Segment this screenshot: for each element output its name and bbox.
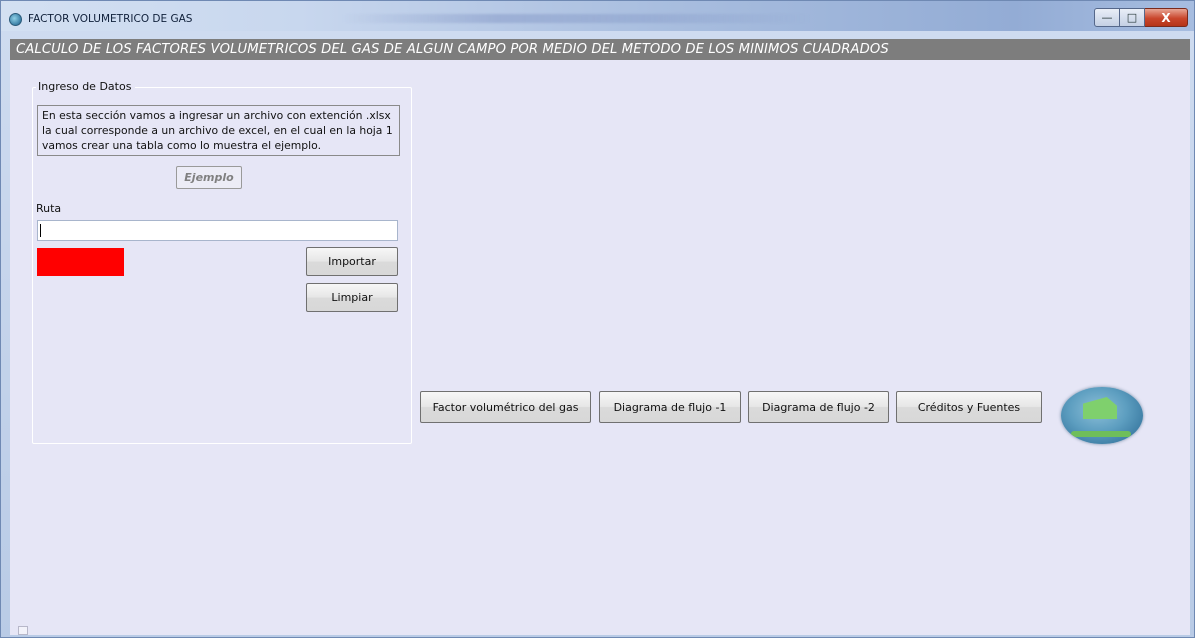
description-box: En esta sección vamos a ingresar un arch… — [37, 105, 400, 156]
close-button[interactable]: X — [1145, 8, 1188, 27]
clear-button[interactable]: Limpiar — [306, 283, 398, 312]
credits-sources-button[interactable]: Créditos y Fuentes — [896, 391, 1042, 423]
group-label: Ingreso de Datos — [36, 80, 136, 93]
form-client-area: Ingreso de Datos En esta sección vamos a… — [10, 60, 1190, 635]
status-indicator — [37, 248, 124, 276]
description-line: En esta sección vamos a ingresar un arch… — [42, 109, 391, 122]
logo-band — [1071, 431, 1131, 437]
flow-diagram-2-button[interactable]: Diagrama de flujo -2 — [748, 391, 889, 423]
path-label: Ruta — [36, 202, 62, 215]
maximize-icon: □ — [1126, 11, 1138, 24]
resize-grip-icon[interactable] — [18, 626, 28, 635]
description-line: la cual corresponde a un archivo de exce… — [42, 124, 393, 137]
example-button[interactable]: Ejemplo — [176, 166, 242, 189]
data-entry-group: Ingreso de Datos En esta sección vamos a… — [32, 80, 412, 444]
oil-rig-icon — [1083, 397, 1117, 419]
maximize-button[interactable]: □ — [1120, 8, 1145, 27]
path-input[interactable] — [37, 220, 398, 241]
school-logo-icon — [1061, 387, 1143, 444]
import-button[interactable]: Importar — [306, 247, 398, 276]
gas-volume-factor-button[interactable]: Factor volumétrico del gas — [420, 391, 591, 423]
minimize-button[interactable]: — — [1094, 8, 1120, 27]
description-line: vamos crear una tabla como lo muestra el… — [42, 139, 322, 152]
close-icon: X — [1161, 10, 1171, 25]
window-controls: — □ X — [1094, 8, 1188, 27]
app-icon[interactable] — [9, 13, 22, 26]
window-title: FACTOR VOLUMETRICO DE GAS — [28, 13, 193, 25]
main-window: FACTOR VOLUMETRICO DE GAS — □ X CALCULO … — [0, 0, 1195, 638]
minimize-icon: — — [1101, 11, 1113, 24]
banner-title: CALCULO DE LOS FACTORES VOLUMETRICOS DEL… — [16, 42, 889, 57]
title-bar-blurred-text — [341, 14, 811, 23]
title-bar[interactable]: FACTOR VOLUMETRICO DE GAS — □ X — [1, 1, 1194, 31]
text-caret — [40, 224, 41, 237]
header-banner: CALCULO DE LOS FACTORES VOLUMETRICOS DEL… — [10, 39, 1190, 60]
flow-diagram-1-button[interactable]: Diagrama de flujo -1 — [599, 391, 741, 423]
